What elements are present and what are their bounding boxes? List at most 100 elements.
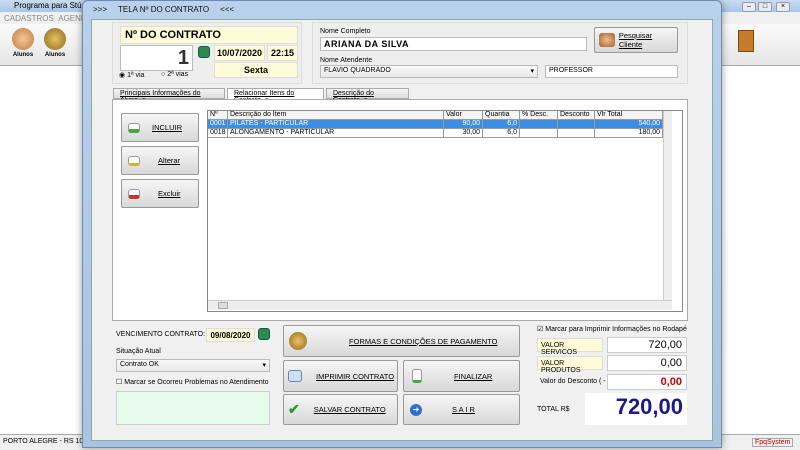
table-row[interactable]: 0018 ALONGAMENTO - PARTICULAR 30,00 6,0 … (208, 129, 663, 138)
grid-header: Nº Descrição do Item Valor Quantia % Des… (208, 111, 663, 120)
chevron-down-icon: ▾ (262, 362, 266, 369)
column-header[interactable]: Quantia (483, 111, 520, 120)
search-client-button[interactable]: Pesquisar Cliente (594, 27, 678, 53)
due-date-label: VENCIMENTO CONTRATO: (116, 331, 206, 338)
printer-icon (288, 370, 302, 382)
chevron-down-icon: ▾ (530, 68, 534, 75)
close-button[interactable]: × (776, 2, 790, 12)
students-icon (12, 28, 34, 50)
contract-time: 22:15 (267, 45, 298, 61)
radio-second-copies[interactable]: ○ 2ª vias (161, 71, 188, 78)
save-contract-button[interactable]: ✔ SALVAR CONTRATO (283, 394, 398, 425)
column-header[interactable]: Nº (208, 111, 228, 120)
radio-first-copy[interactable]: ◉ 1ª via (119, 71, 144, 79)
delete-item-button[interactable]: Excluir (121, 179, 199, 208)
delete-icon (128, 188, 140, 199)
print-contract-button[interactable]: IMPRIMIR CONTRATO (283, 360, 398, 392)
button-label: S A I R (452, 405, 475, 414)
toolbar-label: Alunos (44, 52, 66, 58)
column-header[interactable]: Desconto (558, 111, 595, 120)
cell-description: PILATES - PARTICULAR (228, 120, 444, 129)
payment-conditions-button[interactable]: FORMAS E CONDIÇÕES DE PAGAMENTO (283, 325, 520, 357)
cell-number: 0001 (208, 120, 228, 129)
checkmark-icon: ✔ (288, 401, 300, 417)
cell-discount (558, 129, 595, 138)
button-label: FINALIZAR (454, 371, 493, 381)
cell-number: 0018 (208, 129, 228, 138)
document-check-icon (412, 369, 422, 383)
cell-quantity: 6,0 (483, 120, 520, 129)
cell-total: 180,00 (595, 129, 663, 138)
tab-student-info[interactable]: Principais Informações do Aluno -> (113, 88, 225, 104)
edit-icon (128, 155, 140, 166)
notes-area[interactable] (116, 391, 270, 425)
toolbar-students[interactable]: Alunos (8, 28, 38, 58)
app-title: Programa para Stúdi (14, 1, 88, 10)
maximize-button[interactable]: □ (758, 2, 772, 12)
services-label: VALOR SERVICOS (537, 338, 603, 356)
discount-value: 0,00 (607, 374, 687, 390)
edit-item-button[interactable]: Alterar (121, 146, 199, 175)
status-location: PORTO ALEGRE - RS 10 (3, 438, 84, 445)
name-label: Nome Completo (320, 28, 371, 35)
full-name-field[interactable]: ARIANA DA SILVA (320, 37, 587, 51)
table-row[interactable]: 0001 PILATES - PARTICULAR 90,00 6,0 540,… (208, 120, 663, 129)
column-header[interactable]: Descrição do Item (228, 111, 444, 120)
button-label: INCLUIR (152, 123, 183, 132)
discount-label: Valor do Desconto ( - ) (540, 378, 610, 385)
contract-header: Nº DO CONTRATO (120, 26, 298, 44)
button-label: SALVAR CONTRATO (313, 405, 386, 414)
attendant-select[interactable]: FLAVIO QUADRADO ▾ (320, 65, 538, 78)
footer-checkbox[interactable]: ☑ Marcar para Imprimir Informações no Ro… (537, 325, 687, 333)
cell-discount (558, 120, 595, 129)
cell-discount-pct (520, 120, 558, 129)
problem-checkbox[interactable]: ☐ Marcar se Ocorreu Problemas no Atendim… (116, 378, 269, 386)
products-label: VALOR PRODUTOS (537, 356, 603, 374)
button-label: Excluir (158, 189, 181, 198)
contract-date: 10/07/2020 (214, 45, 265, 61)
tab-contract-description[interactable]: Descrição do Contrato -> (326, 88, 409, 104)
cell-discount-pct (520, 129, 558, 138)
status-brand: FpqSystem (752, 438, 794, 447)
cell-value: 90,00 (444, 120, 483, 129)
cell-quantity: 6,0 (483, 129, 520, 138)
status-select[interactable]: Contrato OK ▾ (116, 359, 270, 372)
due-date-field[interactable]: 09/08/2020 (206, 328, 255, 342)
minimize-button[interactable]: – (742, 2, 756, 12)
calendar-icon[interactable] (258, 328, 270, 340)
vertical-scrollbar[interactable] (663, 111, 672, 300)
role-field[interactable]: PROFESSOR (545, 65, 678, 78)
total-label: TOTAL R$ (537, 406, 570, 413)
products-value: 0,00 (607, 355, 687, 371)
column-header[interactable]: Vlr Total (595, 111, 663, 120)
radio-label: 1ª via (127, 72, 145, 79)
scroll-thumb[interactable] (218, 302, 228, 309)
checkbox-label: Marcar se Ocorreu Problemas no Atendimen… (124, 379, 269, 386)
cell-total: 540,00 (595, 120, 663, 129)
button-label: IMPRIMIR CONTRATO (316, 371, 395, 381)
attendant-value: FLAVIO QUADRADO (324, 67, 391, 74)
column-header[interactable]: Valor (444, 111, 483, 120)
contract-weekday: Sexta (214, 62, 298, 78)
status-label: Situação Atual (116, 348, 161, 355)
menu-cadastros[interactable]: CADASTROS (4, 14, 54, 23)
exit-door-icon[interactable] (738, 30, 754, 52)
column-header[interactable]: % Desc. (520, 111, 558, 120)
cell-description: ALONGAMENTO - PARTICULAR (228, 129, 444, 138)
add-item-button[interactable]: INCLUIR (121, 113, 199, 142)
button-label: Pesquisar Cliente (618, 31, 653, 49)
button-label: FORMAS E CONDIÇÕES DE PAGAMENTO (349, 336, 498, 346)
dialog-title: >>> TELA Nº DO CONTRATO <<< (93, 5, 235, 14)
toolbar-payments[interactable]: Alunos (40, 28, 70, 58)
toolbar-label: Alunos (12, 52, 34, 58)
people-icon (599, 33, 615, 47)
horizontal-scrollbar[interactable] (208, 300, 672, 310)
calendar-icon[interactable] (198, 46, 210, 58)
status-value: Contrato OK (120, 361, 159, 368)
button-label: Alterar (158, 156, 181, 165)
services-value: 720,00 (607, 337, 687, 353)
contract-number-field[interactable]: 1 (120, 45, 193, 71)
exit-button[interactable]: ➜ S A I R (403, 394, 520, 425)
items-grid: Nº Descrição do Item Valor Quantia % Des… (207, 110, 683, 312)
finish-button[interactable]: FINALIZAR (403, 360, 520, 392)
